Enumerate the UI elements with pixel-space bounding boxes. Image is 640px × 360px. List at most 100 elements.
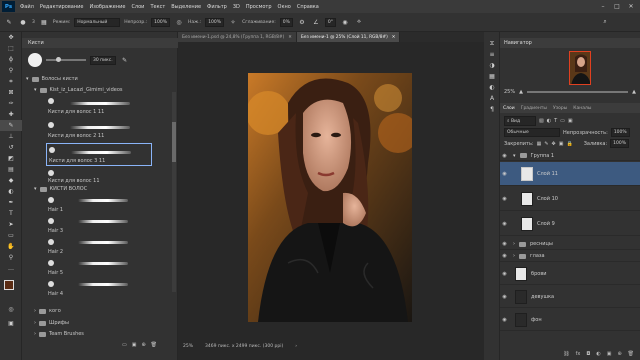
adjustment-layer-icon[interactable]: ◐ <box>596 351 600 357</box>
chevron-right-icon[interactable]: › <box>513 241 515 247</box>
smoothing-field[interactable]: 0% <box>279 17 293 27</box>
brush-item[interactable]: Hair 4 <box>48 280 158 300</box>
filter-shape-icon[interactable]: ▭ <box>560 118 565 124</box>
trash-icon[interactable]: 🗑 <box>628 351 634 357</box>
new-layer-icon[interactable]: ⊕ <box>617 351 621 357</box>
menu-view[interactable]: Просмотр <box>243 4 275 10</box>
menu-window[interactable]: Окно <box>275 4 294 10</box>
menu-edit[interactable]: Редактирование <box>37 4 87 10</box>
link-layers-icon[interactable]: ⛓ <box>563 351 569 357</box>
tab-channels[interactable]: Каналы <box>573 106 591 111</box>
eraser-tool-icon[interactable]: ◩ <box>0 153 22 164</box>
brush-item[interactable]: Hair 5 <box>48 259 158 279</box>
smoothing-options-icon[interactable]: ⚙ <box>297 17 307 27</box>
chevron-right-icon[interactable]: › <box>295 344 297 349</box>
paragraph-icon[interactable]: ¶ <box>484 104 500 115</box>
maximize-icon[interactable]: □ <box>610 0 624 13</box>
foreground-color-swatch[interactable] <box>4 280 14 290</box>
eyedropper-tool-icon[interactable]: ✑ <box>0 98 22 109</box>
chevron-right-icon[interactable]: › <box>513 253 515 259</box>
zoom-level[interactable]: 25% <box>183 344 193 349</box>
brush-item[interactable]: Hair 3 <box>48 217 158 237</box>
blend-mode-select[interactable]: Обычные <box>504 128 560 137</box>
minimize-icon[interactable]: – <box>596 0 610 13</box>
layer-row[interactable]: ◉ девушка <box>500 286 640 308</box>
view-toggle-icon[interactable]: ▭ <box>122 342 127 348</box>
layer-row[interactable]: ◉ Слой 9 <box>500 212 640 236</box>
path-select-tool-icon[interactable]: ➤ <box>0 219 22 230</box>
eye-icon[interactable]: ◉ <box>500 294 509 300</box>
layer-row[interactable]: ◉ фон <box>500 309 640 331</box>
menu-file[interactable]: Файл <box>17 4 37 10</box>
brush-folder-row[interactable]: › Team Brushes <box>34 331 84 337</box>
tab-layers[interactable]: Слои <box>503 106 515 111</box>
menu-3d[interactable]: 3D <box>230 4 243 10</box>
brush-folder-row[interactable]: ▾ Kist_iz_Lacazi_Gimimi_videos <box>34 87 122 93</box>
adjustments-icon[interactable]: ◐ <box>484 82 500 93</box>
brush-folder-row[interactable]: ▾ КИСТИ ВОЛОС <box>34 186 87 192</box>
filter-type-icon[interactable]: T <box>554 118 557 124</box>
flow-field[interactable]: 100% <box>205 17 225 27</box>
brushes-tab[interactable]: Кисти <box>22 38 178 48</box>
scrollbar-thumb[interactable] <box>172 122 176 162</box>
shape-tool-icon[interactable]: ▭ <box>0 230 22 241</box>
menu-layers[interactable]: Слои <box>128 4 147 10</box>
zoom-tool-icon[interactable]: ⚲ <box>0 252 22 263</box>
brush-settings-icon[interactable]: ▦ <box>39 17 49 27</box>
layer-row-group[interactable]: ◉ › ресницы <box>500 239 640 250</box>
layer-row-group[interactable]: ◉ › глаза <box>500 251 640 262</box>
angle-field[interactable]: 0° <box>324 17 337 27</box>
lock-artboard-icon[interactable]: ▣ <box>559 141 564 147</box>
brush-item[interactable]: Hair 2 <box>48 238 158 258</box>
filter-smart-icon[interactable]: ▣ <box>568 118 573 124</box>
history-brush-icon[interactable]: ↺ <box>0 142 22 153</box>
eye-icon[interactable]: ◉ <box>500 221 509 227</box>
filter-pixel-icon[interactable]: ▧ <box>539 118 544 124</box>
layer-opacity-field[interactable]: 100% <box>610 128 630 137</box>
brush-preset-icon[interactable]: ● <box>18 17 28 27</box>
brush-folder-row[interactable]: › кого <box>34 308 61 314</box>
new-preset-icon[interactable]: ⊕ <box>141 342 145 348</box>
lock-move-icon[interactable]: ✥ <box>552 141 556 147</box>
frame-tool-icon[interactable]: ⊠ <box>0 87 22 98</box>
color-icon[interactable]: ◑ <box>484 60 500 71</box>
lasso-tool-icon[interactable]: ϕ <box>0 54 22 65</box>
layer-row-group[interactable]: ◉ ▾ Группа 1 <box>500 151 640 161</box>
brush-size-field[interactable]: 30 пикс. <box>90 55 116 65</box>
gradient-tool-icon[interactable]: ▤ <box>0 164 22 175</box>
layer-fill-field[interactable]: 100% <box>610 139 630 148</box>
layer-row[interactable]: ◉ Слой 10 <box>500 187 640 211</box>
chevron-down-icon[interactable]: ▾ <box>513 153 516 159</box>
slider-handle[interactable] <box>56 57 61 62</box>
tab-gradients[interactable]: Градиенты <box>521 106 547 111</box>
brush-tool-icon[interactable]: ✎ <box>4 17 14 27</box>
airbrush-icon[interactable]: ✧ <box>228 17 238 27</box>
more-tools-icon[interactable]: … <box>0 263 22 274</box>
close-tab-icon[interactable]: ✕ <box>392 35 396 40</box>
eye-icon[interactable]: ◉ <box>500 153 509 159</box>
menu-help[interactable]: Справка <box>294 4 322 10</box>
brush-item[interactable]: Кисти для волос 2 11 <box>48 120 158 142</box>
layer-row[interactable]: ◉ брови <box>500 263 640 285</box>
eye-icon[interactable]: ◉ <box>500 241 509 247</box>
brush-size-slider[interactable] <box>46 57 86 62</box>
menu-image[interactable]: Изображение <box>86 4 128 10</box>
tab-patterns[interactable]: Узоры <box>553 106 567 111</box>
brush-item[interactable]: Кисти для волос 1 11 <box>48 96 158 118</box>
pressure-size-icon[interactable]: ◉ <box>340 17 350 27</box>
dodge-tool-icon[interactable]: ◐ <box>0 186 22 197</box>
move-tool-icon[interactable]: ✥ <box>0 32 22 43</box>
zoom-in-icon[interactable]: ▲ <box>632 89 636 95</box>
healing-tool-icon[interactable]: ✚ <box>0 109 22 120</box>
marquee-tool-icon[interactable]: ⬚ <box>0 43 22 54</box>
character-icon[interactable]: A <box>484 93 500 104</box>
swatches-icon[interactable]: ▦ <box>484 71 500 82</box>
quick-select-tool-icon[interactable]: ⚲ <box>0 65 22 76</box>
crop-tool-icon[interactable]: ⌗ <box>0 76 22 87</box>
brush-item[interactable]: Hair 1 <box>48 196 158 216</box>
eye-icon[interactable]: ◉ <box>500 317 509 323</box>
layer-kind-filter[interactable]: ⌕ Вид <box>504 116 536 126</box>
brush-item[interactable]: Кисти для волос 11 <box>48 169 158 185</box>
brush-panel-scrollbar[interactable] <box>172 92 176 292</box>
brush-folder-row[interactable]: › Шрифы <box>34 320 69 326</box>
